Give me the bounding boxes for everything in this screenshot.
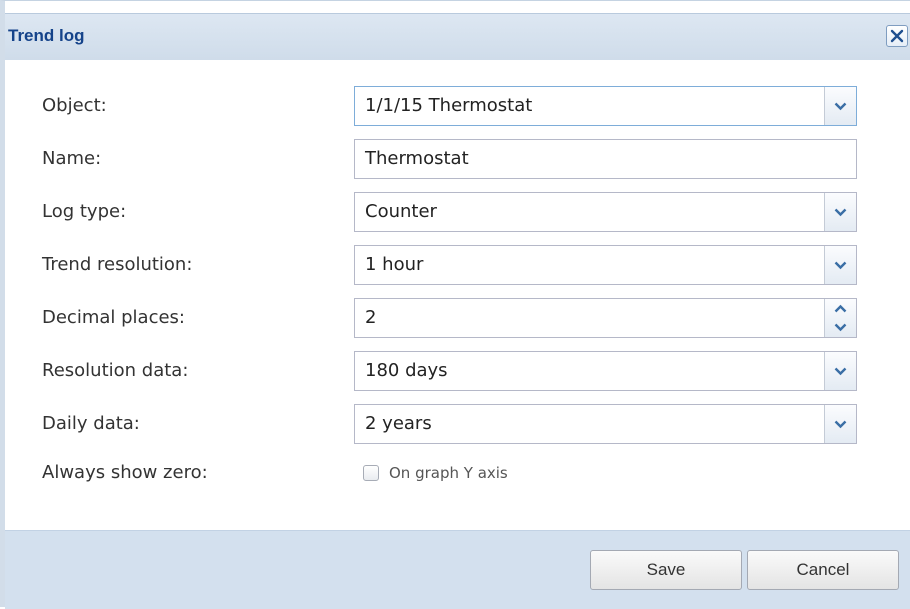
log-type-label: Log type: — [42, 201, 127, 222]
trend-resolution-row: Trend resolution: 1 hour — [5, 243, 910, 287]
log-type-value: Counter — [365, 201, 437, 222]
chevron-down-icon — [834, 208, 847, 216]
cancel-button[interactable]: Cancel — [747, 550, 899, 590]
log-type-row: Log type: Counter — [5, 190, 910, 234]
name-label: Name: — [42, 148, 102, 169]
resolution-data-value: 180 days — [365, 360, 448, 381]
checkbox-label[interactable]: On graph Y axis — [389, 451, 508, 495]
daily-data-dropdown-trigger[interactable] — [824, 405, 856, 443]
daily-data-label: Daily data: — [42, 413, 140, 434]
daily-data-value: 2 years — [365, 413, 432, 434]
daily-data-select[interactable]: 2 years — [354, 404, 857, 444]
trend-resolution-value: 1 hour — [365, 254, 424, 275]
daily-data-row: Daily data: 2 years — [5, 402, 910, 446]
log-type-dropdown-trigger[interactable] — [824, 193, 856, 231]
log-type-select[interactable]: Counter — [354, 192, 857, 232]
close-button[interactable] — [886, 25, 908, 47]
dialog-title: Trend log — [8, 26, 85, 45]
resolution-data-label: Resolution data: — [42, 360, 189, 381]
dialog-footer: Save Cancel — [5, 530, 910, 609]
object-row: Object: 1/1/15 Thermostat — [5, 84, 910, 128]
resolution-data-row: Resolution data: 180 days — [5, 349, 910, 393]
dialog-titlebar[interactable]: Trend log — [5, 13, 910, 61]
object-dropdown-trigger[interactable] — [824, 87, 856, 125]
always-show-zero-label: Always show zero: — [42, 462, 208, 483]
name-input[interactable]: Thermostat — [354, 139, 857, 179]
always-show-zero-checkbox[interactable] — [363, 465, 379, 481]
trend-resolution-select[interactable]: 1 hour — [354, 245, 857, 285]
spinner-buttons — [824, 299, 856, 337]
close-x-icon — [890, 29, 904, 43]
name-value: Thermostat — [365, 148, 469, 169]
object-label: Object: — [42, 95, 107, 116]
spinner-up-button[interactable] — [825, 299, 856, 318]
resolution-data-select[interactable]: 180 days — [354, 351, 857, 391]
name-row: Name: Thermostat — [5, 137, 910, 181]
spinner-up-icon — [834, 304, 847, 313]
resolution-data-dropdown-trigger[interactable] — [824, 352, 856, 390]
save-button[interactable]: Save — [590, 550, 742, 590]
trend-log-dialog: Trend log Object: 1/1/15 Thermostat Name… — [0, 0, 910, 609]
always-show-zero-row: Always show zero: On graph Y axis — [5, 451, 910, 495]
decimal-places-value: 2 — [365, 307, 377, 328]
decimal-places-label: Decimal places: — [42, 307, 185, 328]
chevron-down-icon — [834, 102, 847, 110]
spinner-down-icon — [834, 323, 847, 332]
trend-resolution-label: Trend resolution: — [42, 254, 193, 275]
trend-resolution-dropdown-trigger[interactable] — [824, 246, 856, 284]
chevron-down-icon — [834, 367, 847, 375]
spinner-down-button[interactable] — [825, 318, 856, 337]
chevron-down-icon — [834, 261, 847, 269]
object-value: 1/1/15 Thermostat — [365, 95, 533, 116]
chevron-down-icon — [834, 420, 847, 428]
object-combobox[interactable]: 1/1/15 Thermostat — [354, 86, 857, 126]
decimal-places-spinner[interactable]: 2 — [354, 298, 857, 338]
decimal-places-row: Decimal places: 2 — [5, 296, 910, 340]
dialog-body: Object: 1/1/15 Thermostat Name: Thermost… — [5, 60, 910, 530]
